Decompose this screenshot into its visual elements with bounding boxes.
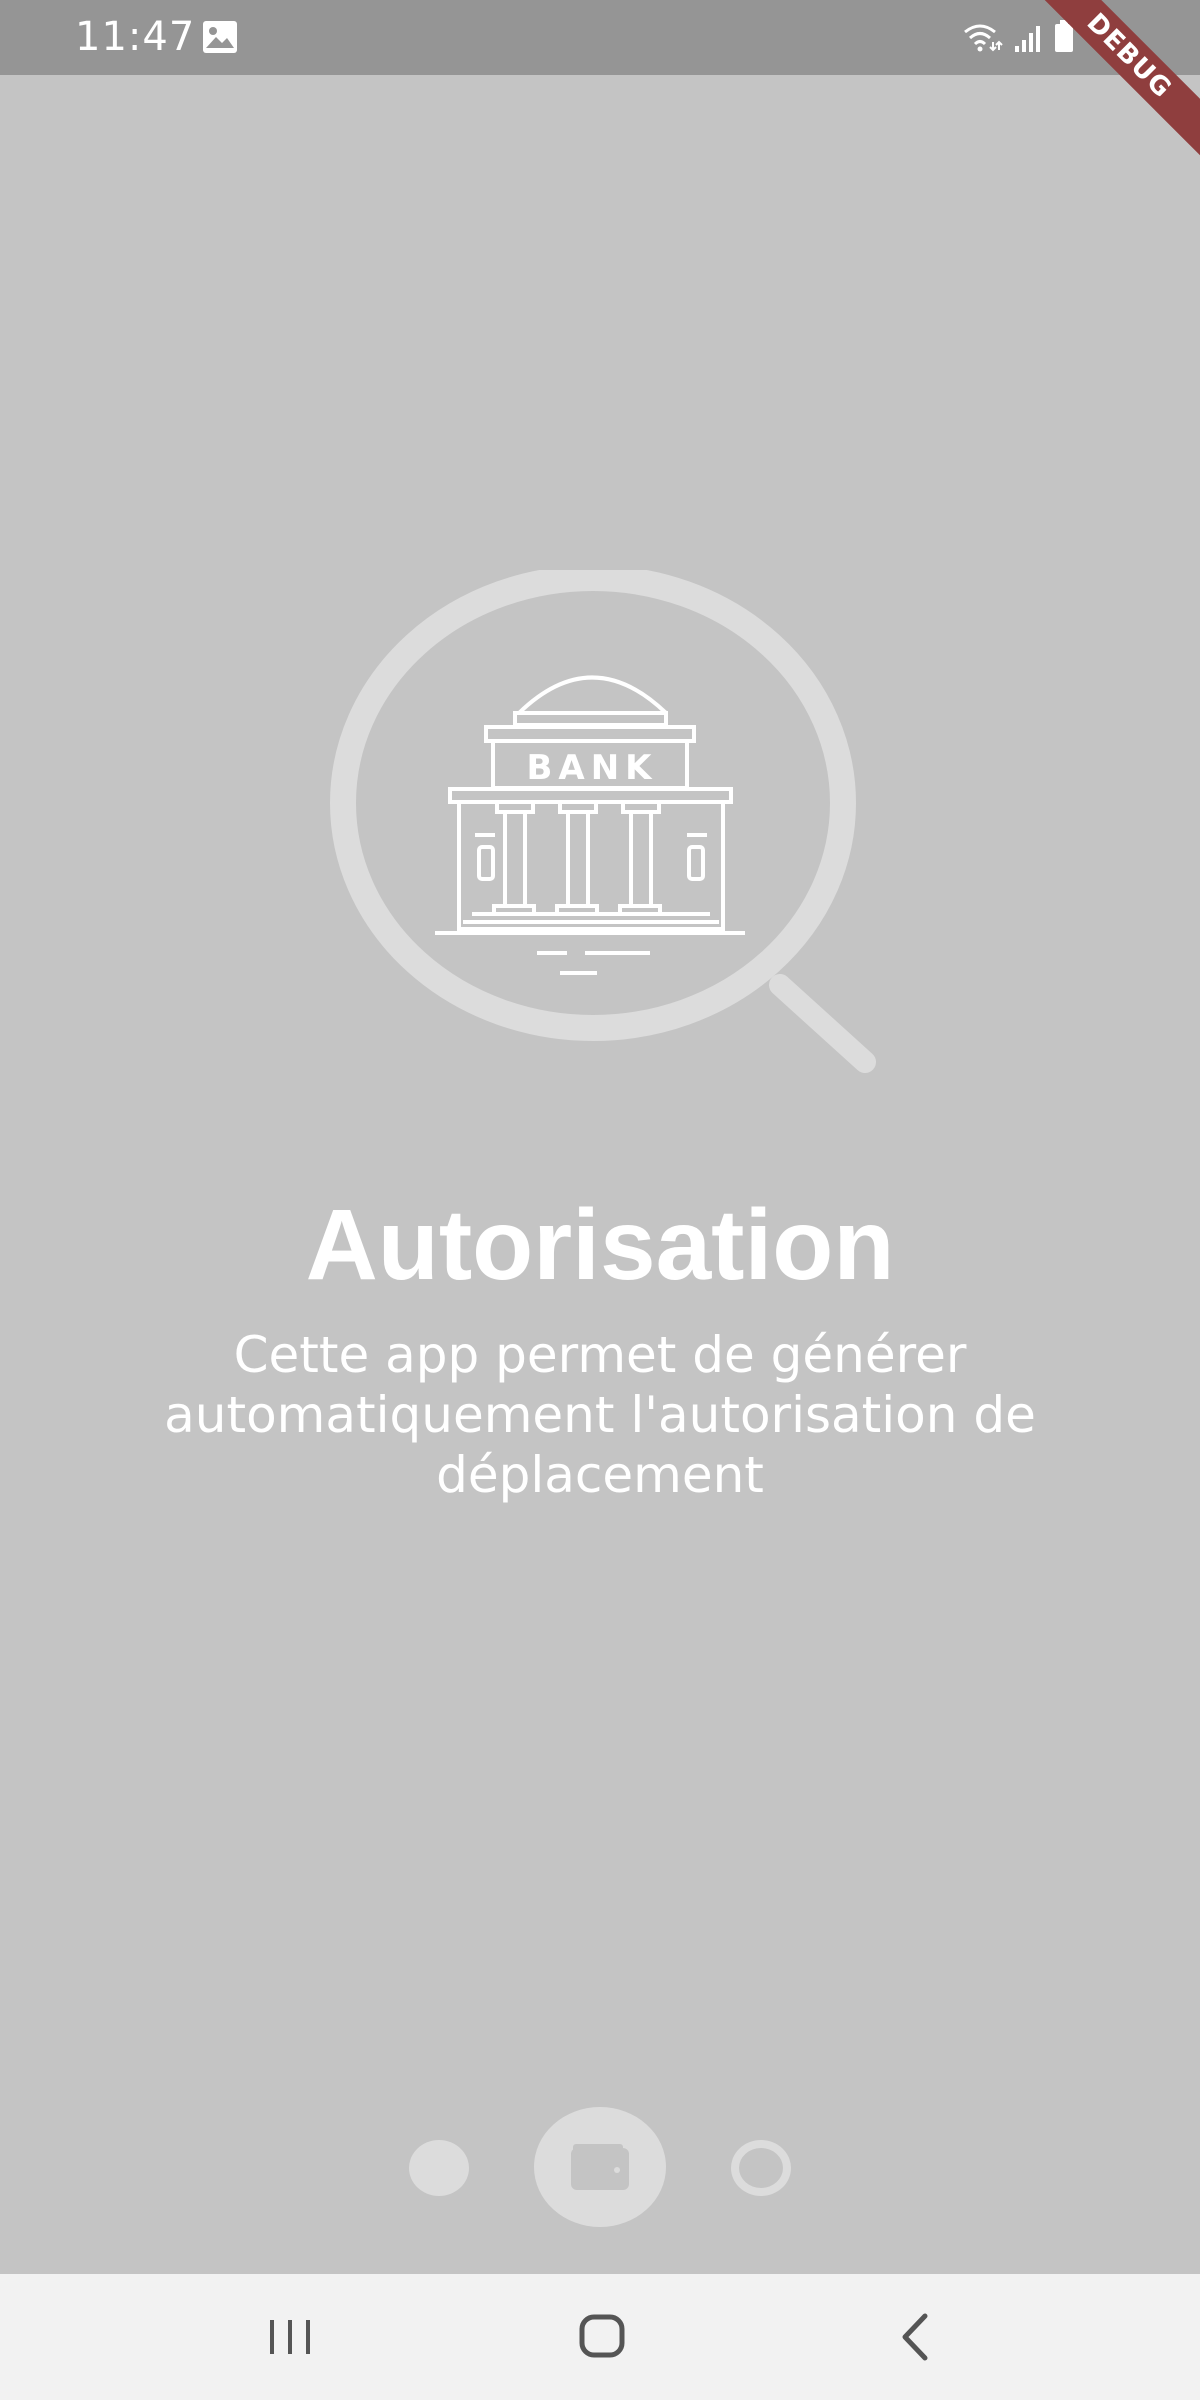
- page-dot-2-active[interactable]: [534, 2107, 666, 2227]
- image-icon: [203, 21, 237, 53]
- recents-icon[interactable]: [240, 2302, 340, 2372]
- wifi-icon: [964, 24, 1003, 52]
- page-title: Autorisation: [305, 1189, 895, 1301]
- signal-icon: [1015, 26, 1040, 52]
- status-time: 11:47: [75, 14, 196, 60]
- page-description: Cette app permet de générer automatiquem…: [164, 1326, 1036, 1504]
- page-dot-1[interactable]: [409, 2140, 469, 2196]
- home-icon[interactable]: [552, 2302, 652, 2372]
- page-dot-3[interactable]: [731, 2140, 791, 2196]
- wallet-icon: [571, 2144, 629, 2190]
- bank-magnifier-icon: BANK: [330, 570, 876, 1073]
- status-right-icons: [964, 20, 1073, 52]
- page-indicator: [0, 2105, 1200, 2235]
- system-nav-bar: [0, 2274, 1200, 2400]
- status-bar: 11:47: [0, 0, 1200, 75]
- battery-icon: [1055, 20, 1073, 52]
- bank-label: BANK: [526, 748, 657, 788]
- back-icon[interactable]: [865, 2302, 965, 2372]
- bank-building: [435, 675, 745, 975]
